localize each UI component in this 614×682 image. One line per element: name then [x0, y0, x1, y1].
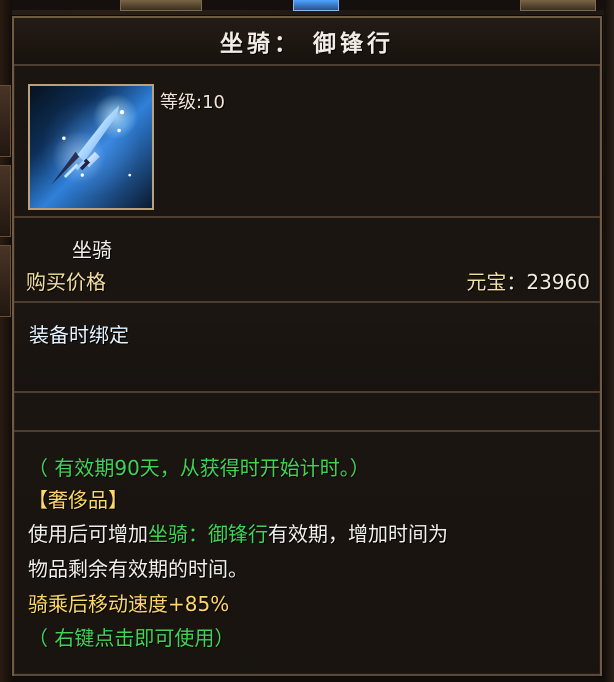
item-tooltip: 坐骑： 御锋行 等级:10 坐骑 购买价格 元宝：23960 装备时绑定 （ 有… [12, 16, 602, 676]
item-summary: 等级:10 [14, 66, 600, 218]
level-label: 等级 [160, 92, 196, 113]
item-title: 坐骑： 御锋行 [219, 31, 394, 57]
effect-highlight: 坐骑：御锋行 [148, 522, 268, 546]
top-tabs [0, 0, 614, 11]
duration-line: （ 有效期90天，从获得时开始计时。） [28, 456, 370, 480]
bind-text: 装备时绑定 [29, 323, 129, 347]
top-tab-right[interactable] [520, 0, 596, 11]
top-tab-left[interactable] [120, 0, 202, 11]
currency-label: 元宝 [466, 270, 507, 294]
level-info: 等级:10 [160, 88, 225, 114]
price-value: 23960 [526, 270, 590, 294]
item-type: 坐骑 [72, 238, 112, 262]
effect-prefix: 使用后可增加 [28, 522, 148, 546]
bind-section: 装备时绑定 [14, 301, 600, 393]
price-row: 购买价格 元宝：23960 [14, 263, 600, 299]
effect-suffix: 有效期，增加时间为 [268, 522, 448, 546]
left-slot[interactable] [0, 85, 11, 157]
effect-line-1: 使用后可增加坐骑：御锋行有效期，增加时间为 [28, 518, 448, 547]
usage-line: （ 右键点击即可使用） [28, 626, 235, 650]
price-value-group: 元宝：23960 [466, 266, 590, 295]
item-icon-frame [28, 84, 154, 210]
title-bar: 坐骑： 御锋行 [14, 18, 600, 66]
left-slot[interactable] [0, 165, 11, 237]
speed-line: 骑乘后移动速度+85% [28, 592, 230, 616]
right-edge [604, 0, 614, 682]
sword-mount-icon [51, 105, 132, 185]
currency-separator: ： [506, 270, 527, 294]
top-tab-center[interactable] [293, 0, 339, 11]
luxury-label: 【奢侈品】 [28, 488, 128, 512]
tooltip-scene: 坐骑： 御锋行 等级:10 坐骑 购买价格 元宝：23960 装备时绑定 （ 有… [0, 0, 614, 682]
price-label: 购买价格 [26, 270, 106, 294]
effect-line-2: 物品剩余有效期的时间。 [28, 557, 248, 581]
left-slot[interactable] [0, 245, 11, 317]
details-section: （ 有效期90天，从获得时开始计时。） 【奢侈品】 使用后可增加坐骑：御锋行有效… [14, 430, 600, 676]
level-value: 10 [202, 92, 225, 113]
